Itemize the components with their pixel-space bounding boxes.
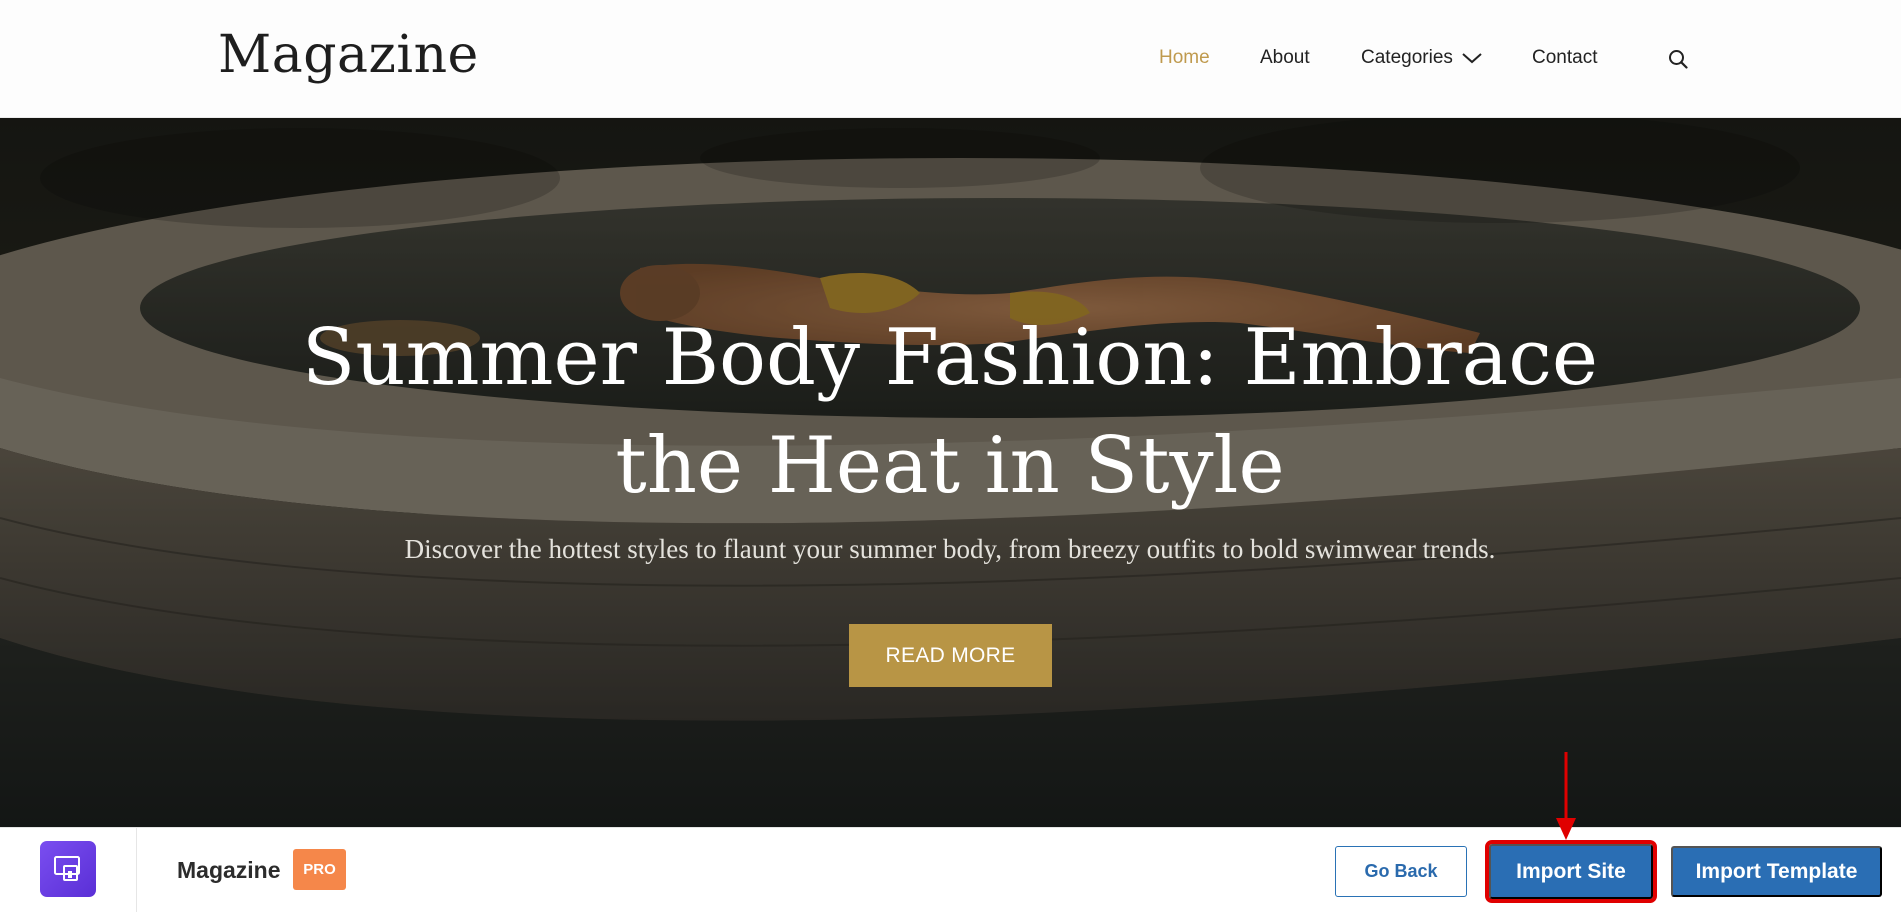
site-header: Magazine Home About Categories Contact	[0, 0, 1901, 118]
import-bar-icon-area	[0, 828, 137, 912]
nav-item-home[interactable]: Home	[1159, 46, 1210, 70]
template-name: Magazine	[177, 857, 281, 883]
nav-item-contact[interactable]: Contact	[1532, 46, 1597, 70]
nav-item-categories-label: Categories	[1361, 47, 1453, 68]
import-template-button[interactable]: Import Template	[1671, 846, 1882, 897]
import-site-button[interactable]: Import Site	[1485, 840, 1657, 903]
annotation-arrow-icon	[1556, 752, 1576, 840]
hero-subtitle: Discover the hottest styles to flaunt yo…	[404, 534, 1496, 564]
hero-title: Summer Body Fashion: Embrace the Heat in…	[301, 313, 1599, 511]
template-kit-glyph	[54, 856, 80, 881]
pro-badge: PRO	[293, 849, 346, 890]
template-kit-icon[interactable]	[40, 841, 96, 897]
read-more-button[interactable]: READ MORE	[849, 624, 1052, 687]
site-logo[interactable]: Magazine	[218, 22, 479, 92]
nav-item-about[interactable]: About	[1260, 46, 1310, 70]
nav-item-categories[interactable]: Categories	[1361, 46, 1483, 70]
go-back-button[interactable]: Go Back	[1335, 846, 1467, 897]
chevron-down-icon	[1462, 53, 1482, 64]
search-button[interactable]	[1658, 40, 1698, 78]
search-icon	[1669, 50, 1688, 69]
hero-section: Summer Body Fashion: Embrace the Heat in…	[0, 118, 1901, 827]
import-bar: Magazine PRO Go Back Import Site Import …	[0, 827, 1901, 912]
